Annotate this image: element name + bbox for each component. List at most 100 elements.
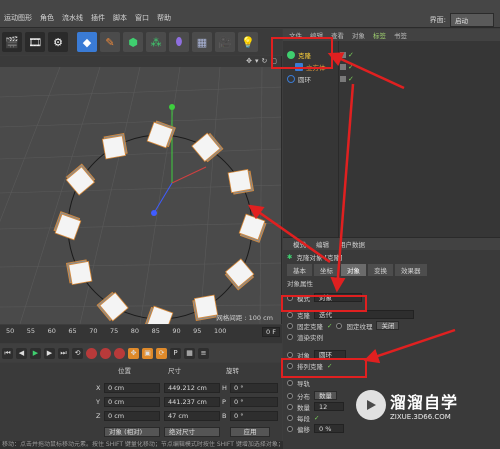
camera-icon[interactable]: 🎥	[215, 32, 235, 52]
attr-subtab-coord[interactable]: 坐标	[314, 264, 339, 276]
fixed-row: 固定克隆 ✓ 固定纹理 关闭	[283, 320, 500, 331]
go-start-icon[interactable]: ⏮	[2, 347, 13, 359]
position-x-field[interactable]: 0 cm	[104, 383, 160, 393]
menu-item-script[interactable]: 脚本	[113, 13, 127, 23]
pen-icon[interactable]: ✎	[100, 32, 120, 52]
cube-icon[interactable]: ◆	[77, 32, 97, 52]
clone-cube[interactable]	[192, 294, 219, 322]
move-key-icon[interactable]: ✥	[128, 347, 139, 359]
clone-cube[interactable]	[96, 291, 129, 322]
rotate-view-icon[interactable]: ↻	[262, 57, 268, 65]
rotation-h-field[interactable]: 0 °	[230, 383, 278, 393]
fixed-clone-anim-radio[interactable]	[287, 322, 293, 329]
param-key-icon[interactable]: P	[170, 347, 181, 359]
position-z-field[interactable]: 0 cm	[104, 411, 160, 421]
attr-tab-mode[interactable]: 模式	[293, 239, 306, 249]
rot-axis-label: P	[222, 398, 226, 406]
om-tab-bookmarks[interactable]: 书签	[394, 30, 407, 40]
go-end-icon[interactable]: ⏭	[58, 347, 69, 359]
attr-subtab-basic[interactable]: 基本	[287, 264, 312, 276]
fixed-texture-dropdown[interactable]: 关闭	[376, 321, 400, 330]
om-tab-tags[interactable]: 标签	[373, 30, 386, 40]
enabled-check-icon[interactable]: ✓	[348, 51, 354, 58]
zoom-view-icon[interactable]: ▾	[255, 57, 259, 65]
distribution-dropdown[interactable]: 数量	[314, 391, 337, 400]
attr-subtab-effectors[interactable]: 效果器	[395, 264, 427, 276]
array-icon[interactable]: ⁂	[146, 32, 166, 52]
coord-mode-dropdown[interactable]: 对象 (相对)	[104, 427, 160, 437]
light-icon[interactable]: 💡	[238, 32, 258, 52]
menu-item-mograph[interactable]: 运动图形	[4, 13, 32, 23]
object-row-circle[interactable]: 圆环 ✓	[283, 73, 500, 84]
auto-key-icon[interactable]	[100, 347, 111, 359]
timeline-ruler[interactable]: 50 55 60 65 70 75 80 85 90 95 100 0 F	[0, 325, 282, 343]
up-vector-anim-radio[interactable]	[287, 379, 293, 386]
fixed-texture-anim-radio[interactable]	[336, 322, 343, 329]
menu-item-plugins[interactable]: 插件	[91, 13, 105, 23]
per-segment-anim-radio[interactable]	[287, 414, 293, 421]
menu-item-help[interactable]: 帮助	[157, 13, 171, 23]
timeline-tick: 100	[213, 327, 227, 335]
enabled-check-icon[interactable]: ✓	[348, 63, 354, 70]
deformer-icon[interactable]: ⬮	[169, 32, 189, 52]
count-field[interactable]: 12	[314, 402, 344, 411]
play-icon[interactable]: ▶	[30, 347, 41, 359]
menu-item-pipeline[interactable]: 流水线	[62, 13, 83, 23]
size-x-field[interactable]: 449.212 cm	[164, 383, 220, 393]
layer-swatch[interactable]	[340, 75, 346, 82]
3d-viewport[interactable]: ✥ ▾ ↻ ▢ 网格间距: 100 cm	[0, 56, 282, 324]
rotation-b-field[interactable]: 0 °	[230, 411, 278, 421]
offset-anim-radio[interactable]	[287, 425, 293, 432]
clone-cube[interactable]	[53, 211, 82, 241]
render-instances-anim-radio[interactable]	[287, 333, 293, 340]
rotate-key-icon[interactable]: ⟳	[156, 347, 167, 359]
prev-key-icon[interactable]: ◀	[16, 347, 27, 359]
menu-item-character[interactable]: 角色	[40, 13, 54, 23]
fixed-clone-checkbox[interactable]: ✓	[327, 322, 332, 330]
offset-field[interactable]: 0 %	[314, 424, 344, 433]
move-view-icon[interactable]: ✥	[246, 57, 252, 65]
grid-key-icon[interactable]: ▦	[184, 347, 195, 359]
render-region-icon[interactable]: 🎬	[2, 32, 22, 52]
clone-cube[interactable]	[191, 132, 224, 163]
size-z-field[interactable]: 47 cm	[164, 411, 220, 421]
clone-cube[interactable]	[144, 305, 174, 324]
clone-cube[interactable]	[238, 213, 267, 243]
layer-swatch[interactable]	[340, 63, 346, 70]
clone-anim-radio[interactable]	[287, 311, 293, 318]
per-segment-checkbox[interactable]: ✓	[314, 414, 319, 422]
loop-icon[interactable]: ⟲	[72, 347, 83, 359]
distribution-anim-radio[interactable]	[287, 392, 293, 399]
attr-subtab-transform[interactable]: 变换	[368, 264, 393, 276]
attr-subtab-object[interactable]: 对象	[341, 264, 366, 276]
apply-button[interactable]: 应用	[230, 427, 270, 437]
record-icon[interactable]	[86, 347, 97, 359]
clone-cube[interactable]	[101, 132, 128, 160]
clone-cube[interactable]	[227, 168, 255, 195]
attr-tab-userdata[interactable]: 用户数据	[339, 239, 365, 249]
render-settings-icon[interactable]: ⚙	[48, 32, 68, 52]
layer-swatch[interactable]	[340, 51, 346, 58]
current-frame-field[interactable]: 0 F	[262, 327, 280, 337]
subdivision-icon[interactable]: ⬢	[123, 32, 143, 52]
watermark-logo-icon	[356, 390, 386, 420]
next-key-icon[interactable]: ▶	[44, 347, 55, 359]
attr-tab-edit[interactable]: 编辑	[316, 239, 329, 249]
size-y-field[interactable]: 441.237 cm	[164, 397, 220, 407]
key-select-icon[interactable]	[114, 347, 125, 359]
enabled-check-icon[interactable]: ✓	[348, 75, 354, 82]
render-view-icon[interactable]: 🎞	[25, 32, 45, 52]
menu-item-window[interactable]: 窗口	[135, 13, 149, 23]
object-name[interactable]: 圆环	[298, 74, 311, 84]
om-tab-objects[interactable]: 对象	[352, 30, 365, 40]
clone-cube[interactable]	[65, 259, 93, 286]
layout-dropdown[interactable]: 启动	[450, 13, 494, 27]
floor-icon[interactable]: ▦	[192, 32, 212, 52]
position-y-field[interactable]: 0 cm	[104, 397, 160, 407]
rotation-p-field[interactable]: 0 °	[230, 397, 278, 407]
size-mode-dropdown[interactable]: 绝对尺寸	[164, 427, 220, 437]
timeline-view-icon[interactable]: ≡	[198, 347, 209, 359]
object-link-anim-radio[interactable]	[287, 351, 293, 358]
count-anim-radio[interactable]	[287, 403, 293, 410]
scale-key-icon[interactable]: ▣	[142, 347, 153, 359]
